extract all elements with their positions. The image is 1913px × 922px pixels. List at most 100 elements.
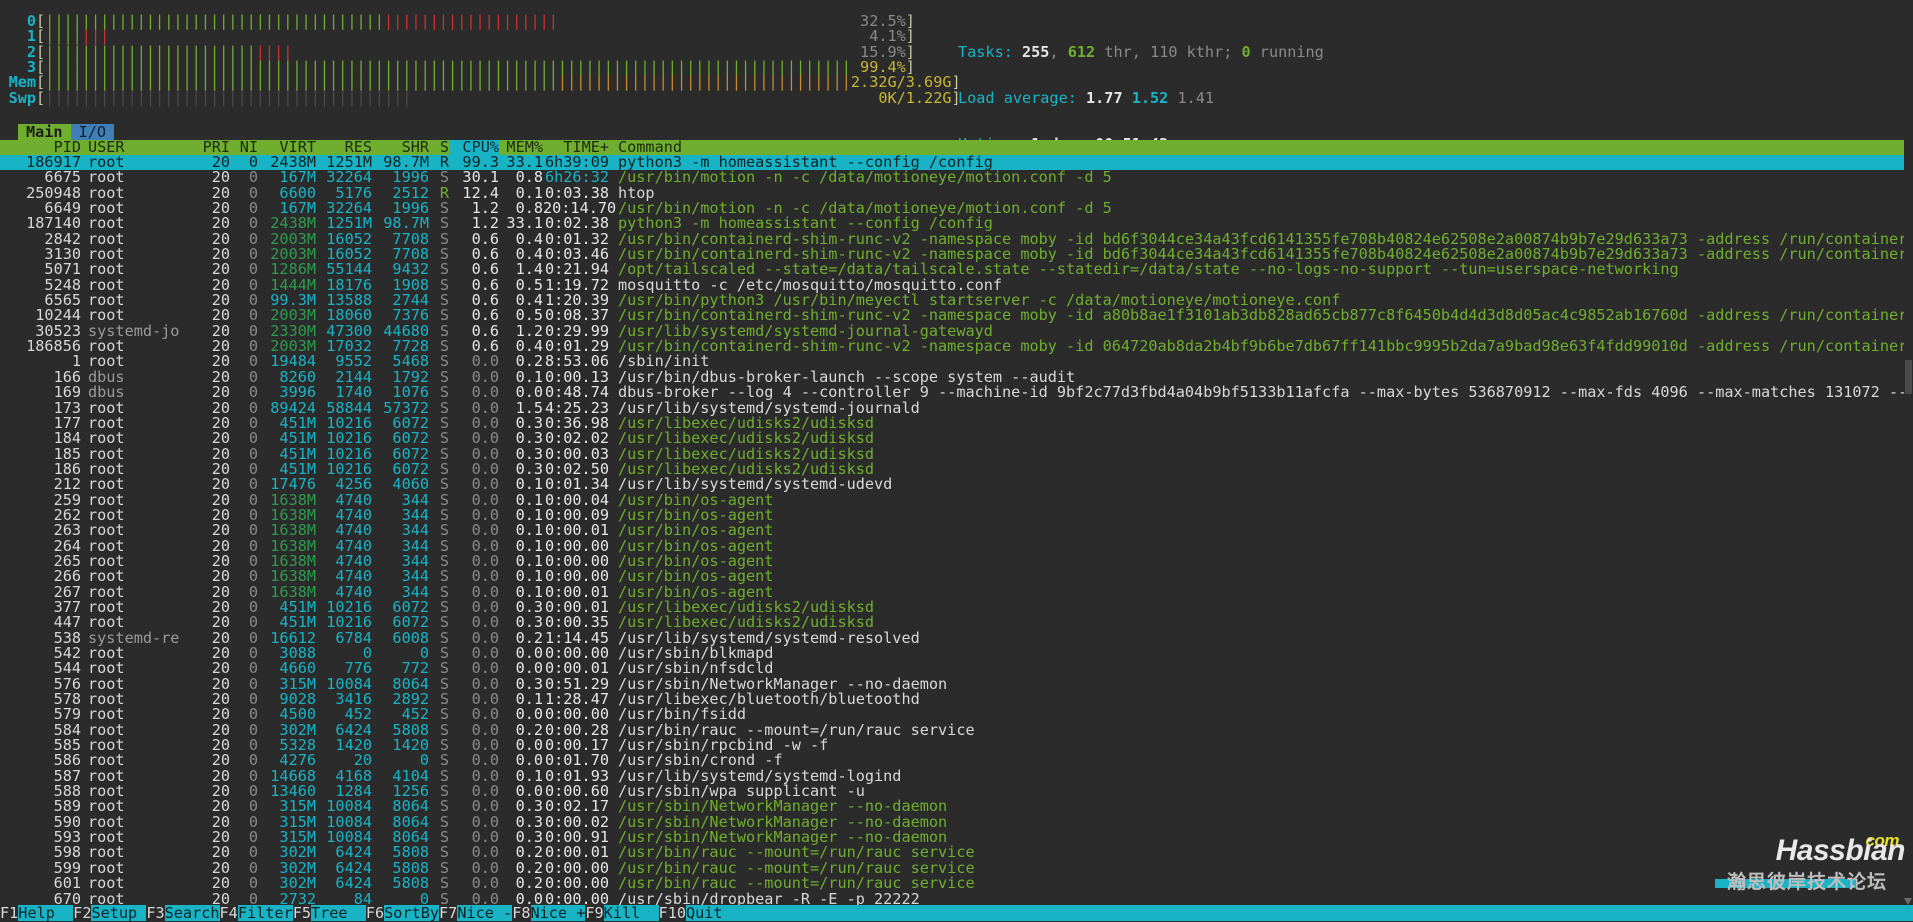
table-row[interactable]: 262 root 20 0 1638M 4740 344 S 0.0 0.1 0:00.09/usr…: [0, 508, 1913, 523]
table-row[interactable]: 266 root 20 0 1638M 4740 344 S 0.0 0.1 0:00.00/usr…: [0, 569, 1913, 584]
table-row[interactable]: 185 root 20 0 451M 10216 6072 S 0.0 0.3 0:00.03/us…: [0, 447, 1913, 462]
table-row[interactable]: 6675 root 20 0 167M 32264 1996 S 30.1 0.8 6h26:32 /…: [0, 170, 1913, 185]
scrollbar-thumb[interactable]: [1905, 360, 1912, 394]
table-row[interactable]: 169 dbus 20 0 3996 1740 1076 S 0.0 0.0 0:48.74 dbus…: [0, 385, 1913, 400]
table-row[interactable]: 593 root 20 0 315M 10084 8064 S 0.0 0.3 0:00.91/us…: [0, 830, 1913, 845]
function-key-f4[interactable]: F4: [219, 905, 238, 921]
meters-panel: 0[||||||||||||||||||||||||||||||||||||||…: [0, 13, 1913, 106]
row-pid: 598: [53, 845, 81, 861]
function-label-f8[interactable]: Nice +: [530, 905, 586, 921]
function-key-f3[interactable]: F3: [146, 905, 165, 921]
row-state: S: [439, 446, 449, 462]
table-row[interactable]: 584 root 20 0 302M 6424 5808 S 0.0 0.2 0:00.28/usr…: [0, 723, 1913, 738]
table-row[interactable]: 173 root 20 0 89424 58844 57372 S 0.0 1.5 4:25.23 /…: [0, 401, 1913, 416]
scrollbar[interactable]: [1904, 140, 1913, 905]
function-label-f10[interactable]: Quit: [685, 905, 723, 921]
table-row[interactable]: 598 root 20 0 302M 6424 5808 S 0.0 0.2 0:00.01/usr…: [0, 845, 1913, 860]
table-row[interactable]: 186917 root 20 0 2438M 1251M 98.7M R 99.3 33.1 6h3…: [0, 155, 1913, 171]
function-label-f3[interactable]: Search: [164, 905, 220, 921]
row-command: /usr/lib/systemd/systemd-resolved: [618, 630, 920, 646]
column-header-command[interactable]: Command: [609, 139, 682, 155]
function-label-f6[interactable]: SortBy: [384, 905, 440, 921]
table-row[interactable]: 264 root 20 0 1638M 4740 344 S 0.0 0.1 0:00.00/usr…: [0, 539, 1913, 554]
table-row[interactable]: 544 root 20 0 4660 776 772 S 0.0 0.0 0:00.01/usr/s…: [0, 661, 1913, 676]
table-row[interactable]: 212 root 20 0 17476 4256 4060 S 0.0 0.1 0:01.34/us…: [0, 477, 1913, 492]
tasks-line: Tasks: 255, 612 thr, 110 kthr; 0 running: [958, 44, 1324, 60]
table-row[interactable]: 589 root 20 0 315M 10084 8064 S 0.0 0.3 0:02.17/us…: [0, 799, 1913, 814]
function-key-f7[interactable]: F7: [439, 905, 458, 921]
function-key-f9[interactable]: F9: [585, 905, 604, 921]
function-key-bar[interactable]: F1Help F2Setup F3SearchF4FilterF5Tree F6…: [0, 905, 1913, 921]
table-row[interactable]: 377 root 20 0 451M 10216 6072 S 0.0 0.3 0:00.01/us…: [0, 600, 1913, 615]
column-header-shr[interactable]: SHR: [372, 139, 429, 155]
column-header-pid[interactable]: PID: [0, 139, 81, 155]
function-key-f6[interactable]: F6: [365, 905, 385, 921]
table-row[interactable]: 186856 root 20 0 2003M 17032 7728 S 0.6 0.4 0:01.2…: [0, 339, 1913, 354]
column-header-ni[interactable]: NI: [230, 139, 258, 155]
column-header-user[interactable]: USER: [88, 139, 192, 155]
table-row[interactable]: 6565 root 20 0 99.3M 13588 2744 S 0.6 0.4 1:20.39 /…: [0, 293, 1913, 308]
column-header-res[interactable]: RES: [316, 139, 372, 155]
function-label-f4[interactable]: Filter: [237, 905, 293, 921]
table-row[interactable]: 579 root 20 0 4500 452 452 S 0.0 0.0 0:00.00/usr/b…: [0, 707, 1913, 722]
function-label-f2[interactable]: Setup: [91, 905, 147, 921]
column-header-time[interactable]: TIME+: [543, 139, 609, 155]
row-user: root: [88, 308, 125, 324]
table-row[interactable]: 588 root 20 0 13460 1284 1256 S 0.0 0.0 0:00.60/us…: [0, 784, 1913, 799]
table-row[interactable]: 576 root 20 0 315M 10084 8064 S 0.0 0.3 0:51.29/us…: [0, 677, 1913, 692]
function-key-f8[interactable]: F8: [512, 905, 531, 921]
table-row[interactable]: 259 root 20 0 1638M 4740 344 S 0.0 0.1 0:00.04/usr…: [0, 493, 1913, 508]
function-label-f7[interactable]: Nice -: [457, 905, 513, 921]
table-row[interactable]: 538 systemd-re 20 0 16612 6784 6008 S 0.0 0.2 1:14…: [0, 631, 1913, 646]
function-label-f9[interactable]: Kill: [603, 905, 659, 921]
function-key-f2[interactable]: F2: [73, 905, 92, 921]
process-table-header[interactable]: PID USER PRI NI VIRT RES SHR S CPU% MEM% TIME+ Comm…: [0, 139, 1913, 156]
column-header-cpu[interactable]: CPU%: [449, 139, 499, 156]
row-mem-percent: 0.2: [515, 630, 543, 646]
table-row[interactable]: 586 root 20 0 4276 20 0 S 0.0 0.0 0:01.70/usr/sbin…: [0, 753, 1913, 768]
table-row[interactable]: 187140 root 20 0 2438M 1251M 98.7M S 1.2 33.1 0:02…: [0, 216, 1913, 231]
row-pid: 447: [53, 615, 81, 631]
table-row[interactable]: 542 root 20 0 3088 0 0 S 0.0 0.0 0:00.00/usr/sbin/…: [0, 646, 1913, 661]
row-nice: 0: [248, 201, 258, 217]
row-user: root: [88, 461, 125, 478]
function-key-f1[interactable]: F1: [0, 905, 19, 921]
table-row[interactable]: 601 root 20 0 302M 6424 5808 S 0.0 0.2 0:00.00/usr…: [0, 876, 1913, 891]
process-table-body[interactable]: 186917 root 20 0 2438M 1251M 98.7M R 99.3 33.1 6h3…: [0, 155, 1913, 907]
column-header-mem[interactable]: MEM%: [499, 139, 543, 155]
table-row[interactable]: 590 root 20 0 315M 10084 8064 S 0.0 0.3 0:00.02/us…: [0, 815, 1913, 830]
table-row[interactable]: 267 root 20 0 1638M 4740 344 S 0.0 0.1 0:00.01/usr…: [0, 585, 1913, 600]
table-row[interactable]: 177 root 20 0 451M 10216 6072 S 0.0 0.3 0:36.98/us…: [0, 416, 1913, 431]
table-row[interactable]: 599 root 20 0 302M 6424 5808 S 0.0 0.2 0:00.00/usr…: [0, 861, 1913, 876]
table-row[interactable]: 263 root 20 0 1638M 4740 344 S 0.0 0.1 0:00.01/usr…: [0, 523, 1913, 538]
table-row[interactable]: 250948 root 20 0 6600 5176 2512 R 12.4 0.1 0:03.38…: [0, 186, 1913, 201]
row-shr: 5808: [392, 722, 429, 739]
table-row[interactable]: 585 root 20 0 5328 1420 1420 S 0.0 0.0 0:00.17/usr…: [0, 738, 1913, 753]
row-state: S: [439, 845, 449, 861]
table-row[interactable]: 265 root 20 0 1638M 4740 344 S 0.0 0.1 0:00.00/usr…: [0, 554, 1913, 569]
table-row[interactable]: 587 root 20 0 14668 4168 4104 S 0.0 0.1 0:01.93/us…: [0, 769, 1913, 784]
table-row[interactable]: 1 root 20 0 19484 9552 5468 S 0.0 0.2 8:53.06/sbin…: [0, 354, 1913, 369]
function-key-f10[interactable]: F10: [658, 905, 686, 921]
row-user: root: [88, 722, 125, 739]
row-priority: 20: [211, 400, 230, 416]
table-row[interactable]: 578 root 20 0 9028 3416 2892 S 0.0 0.1 1:28.47/usr…: [0, 692, 1913, 707]
table-row[interactable]: 447 root 20 0 451M 10216 6072 S 0.0 0.3 0:00.35/us…: [0, 615, 1913, 630]
column-header-state[interactable]: S: [429, 139, 449, 155]
table-row[interactable]: 5071 root 20 0 1286M 55144 9432 S 0.6 1.4 0:21.94 /…: [0, 262, 1913, 277]
row-command: /usr/bin/motion -n -c /data/motioneye/mo…: [618, 170, 1112, 186]
function-key-f5[interactable]: F5: [292, 905, 311, 921]
table-row[interactable]: 6649 root 20 0 167M 32264 1996 S 1.2 0.820:14.70/…: [0, 201, 1913, 216]
table-row[interactable]: 166 dbus 20 0 8260 2144 1792 S 0.0 0.1 0:00.13/usr…: [0, 370, 1913, 385]
table-row[interactable]: 10244 root 20 0 2003M 18060 7376 S 0.6 0.5 0:08.37…: [0, 308, 1913, 323]
column-header-virt[interactable]: VIRT: [258, 139, 316, 155]
table-row[interactable]: 30523 systemd-jo 20 0 2330M 47300 44680 S 0.6 1.2…: [0, 324, 1913, 339]
table-row[interactable]: 184 root 20 0 451M 10216 6072 S 0.0 0.3 0:02.02/us…: [0, 431, 1913, 446]
table-row[interactable]: 2842 root 20 0 2003M 16052 7708 S 0.6 0.4 0:01.32 /…: [0, 232, 1913, 247]
function-label-f1[interactable]: Help: [18, 905, 74, 921]
table-row[interactable]: 5248 root 20 0 1444M 18176 1908 S 0.6 0.5 1:19.72 m…: [0, 278, 1913, 293]
function-label-f5[interactable]: Tree: [310, 905, 366, 921]
column-header-pri[interactable]: PRI: [192, 139, 230, 155]
table-row[interactable]: 186 root 20 0 451M 10216 6072 S 0.0 0.3 0:02.50/us…: [0, 462, 1913, 477]
table-row[interactable]: 3130 root 20 0 2003M 16052 7708 S 0.6 0.4 0:03.46 /…: [0, 247, 1913, 262]
